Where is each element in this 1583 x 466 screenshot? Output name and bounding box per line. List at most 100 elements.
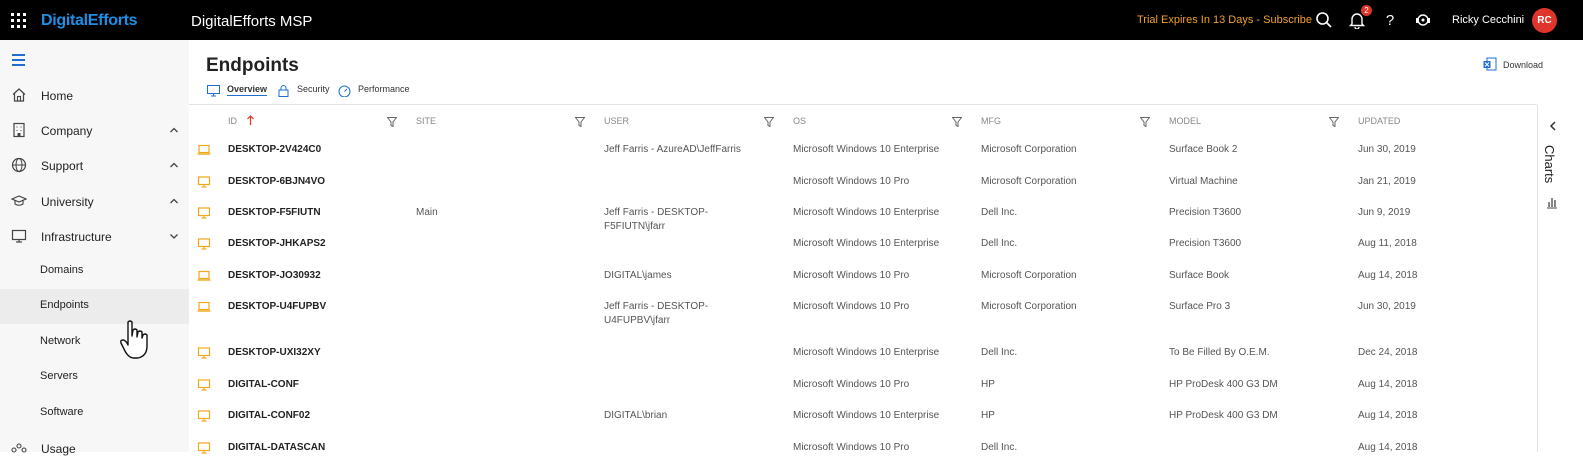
cell-id[interactable]: DIGITAL-CONF02 bbox=[228, 409, 408, 423]
bar-chart-icon bbox=[1547, 198, 1557, 209]
cell-user: Jeff Farris - DESKTOP- U4FUPBV\jfarr bbox=[604, 300, 754, 328]
sidebar-item-university[interactable]: University bbox=[0, 184, 189, 219]
table-row[interactable]: DESKTOP-F5FIUTN Main Jeff Farris - DESKTOP… bbox=[189, 201, 1537, 232]
sidebar-item-usage[interactable]: Usage bbox=[0, 431, 189, 466]
support-agent-icon[interactable] bbox=[1414, 11, 1432, 29]
menu-toggle-icon[interactable] bbox=[12, 54, 26, 66]
table-row[interactable]: DIGITAL-DATASCAN Microsoft Windows 10 Pro… bbox=[189, 436, 1537, 466]
sidebar-subitem-endpoints[interactable]: Endpoints bbox=[0, 289, 189, 324]
cell-id[interactable]: DESKTOP-JHKAPS2 bbox=[228, 237, 408, 251]
charts-panel[interactable]: Charts bbox=[1537, 105, 1583, 452]
sort-ascending-icon[interactable] bbox=[247, 115, 254, 126]
download-button[interactable]: Download bbox=[1483, 57, 1553, 73]
filter-icon[interactable] bbox=[1329, 117, 1339, 127]
cell-user: DIGITAL\brian bbox=[604, 410, 668, 421]
cell-model: Surface Book 2 bbox=[1169, 144, 1238, 155]
column-header-user[interactable]: USER bbox=[604, 116, 629, 126]
sidebar-item-infrastructure[interactable]: Infrastructure bbox=[0, 219, 189, 254]
cell-updated: Jun 30, 2019 bbox=[1358, 301, 1416, 312]
desktop-icon bbox=[197, 442, 211, 454]
desktop-icon bbox=[197, 347, 211, 359]
trial-subscribe-link[interactable]: Trial Expires In 13 Days - Subscribe bbox=[1137, 14, 1312, 26]
cell-model: Precision T3600 bbox=[1169, 238, 1242, 249]
filter-icon[interactable] bbox=[952, 117, 962, 127]
table-row[interactable]: DESKTOP-JHKAPS2 Microsoft Windows 10 Ente… bbox=[189, 232, 1537, 262]
desktop-icon bbox=[197, 379, 211, 391]
cell-updated: Aug 14, 2018 bbox=[1358, 442, 1418, 453]
sidebar-item-home[interactable]: Home bbox=[0, 78, 189, 113]
sidebar-subitem-servers[interactable]: Servers bbox=[0, 360, 189, 395]
cell-model: HP ProDesk 400 G3 DM bbox=[1169, 379, 1278, 390]
desktop-icon bbox=[197, 238, 211, 250]
building-icon bbox=[13, 122, 25, 138]
help-icon[interactable]: ? bbox=[1381, 11, 1399, 29]
tab-label: Security bbox=[297, 84, 330, 94]
download-label: Download bbox=[1503, 60, 1544, 70]
sidebar-subitem-domains[interactable]: Domains bbox=[0, 254, 189, 289]
column-header-updated[interactable]: UPDATED bbox=[1358, 116, 1400, 126]
cell-id[interactable]: DESKTOP-2V424C0 bbox=[228, 143, 408, 157]
charts-label[interactable]: Charts bbox=[1542, 145, 1557, 183]
cell-id[interactable]: DIGITAL-DATASCAN bbox=[228, 441, 408, 455]
filter-icon[interactable] bbox=[764, 117, 774, 127]
column-header-os[interactable]: OS bbox=[793, 116, 806, 126]
table-row[interactable]: DESKTOP-JO30932 DIGITAL\james Microsoft Wi… bbox=[189, 264, 1537, 294]
column-header-model[interactable]: MODEL bbox=[1169, 116, 1201, 126]
sidebar-item-support[interactable]: Support bbox=[0, 148, 189, 183]
sidebar-subitem-label: Software bbox=[40, 406, 84, 418]
desktop-icon bbox=[197, 410, 211, 422]
cell-id[interactable]: DESKTOP-JO30932 bbox=[228, 269, 408, 283]
chevron-up-icon[interactable] bbox=[168, 159, 180, 171]
table-row[interactable]: DIGITAL-CONF02 DIGITAL\brian Microsoft Win… bbox=[189, 404, 1537, 434]
table-row[interactable]: DESKTOP-U4FUPBV Jeff Farris - DESKTOP- U4F… bbox=[189, 295, 1537, 328]
table-row[interactable]: DESKTOP-UXI32XY Microsoft Windows 10 Ente… bbox=[189, 341, 1537, 371]
column-header-id[interactable]: ID bbox=[228, 116, 237, 126]
table-row[interactable]: DESKTOP-6BJN4VO Microsoft Windows 10 Pro M… bbox=[189, 170, 1537, 200]
filter-icon[interactable] bbox=[575, 117, 585, 127]
chevron-up-icon[interactable] bbox=[168, 195, 180, 207]
table-row[interactable]: DESKTOP-2V424C0 Jeff Farris - AzureAD\Jef… bbox=[189, 138, 1537, 168]
cell-user: Jeff Farris - DESKTOP-F5FIUTN\jfarr bbox=[604, 207, 709, 232]
cell-os: Microsoft Windows 10 Enterprise bbox=[793, 238, 940, 249]
main-content: Endpoints Overview Security Performance … bbox=[189, 40, 1583, 454]
cell-id[interactable]: DESKTOP-6BJN4VO bbox=[228, 175, 408, 189]
cell-id[interactable]: DESKTOP-U4FUPBV bbox=[228, 300, 408, 314]
cell-id[interactable]: DESKTOP-F5FIUTN bbox=[228, 206, 408, 220]
monitor-icon bbox=[11, 229, 27, 243]
brand-logo[interactable]: DigitalEfforts bbox=[41, 12, 138, 30]
cell-mfg: HP bbox=[981, 379, 995, 390]
sidebar-subitem-software[interactable]: Software bbox=[0, 396, 189, 431]
column-header-site[interactable]: SITE bbox=[416, 116, 436, 126]
cell-id[interactable]: DESKTOP-UXI32XY bbox=[228, 346, 408, 360]
filter-icon[interactable] bbox=[1140, 117, 1150, 127]
cell-os: Microsoft Windows 10 Pro bbox=[793, 379, 910, 390]
sidebar-subitem-label: Network bbox=[40, 335, 81, 347]
sidebar-subitem-label: Servers bbox=[40, 370, 78, 382]
chevron-up-icon[interactable] bbox=[168, 124, 180, 136]
hand-cursor-icon bbox=[120, 320, 148, 359]
cell-os: Microsoft Windows 10 Enterprise bbox=[793, 347, 940, 358]
cell-updated: Jun 30, 2019 bbox=[1358, 144, 1416, 155]
search-icon[interactable] bbox=[1315, 11, 1333, 29]
apps-grid-icon[interactable] bbox=[11, 13, 27, 29]
cell-mfg: Dell Inc. bbox=[981, 442, 1018, 453]
avatar[interactable]: RC bbox=[1532, 8, 1557, 33]
table-row[interactable]: DIGITAL-CONF Microsoft Windows 10 Pro HP HP… bbox=[189, 373, 1537, 403]
cell-model: Surface Book bbox=[1169, 270, 1230, 281]
cell-os: Microsoft Windows 10 Enterprise bbox=[793, 410, 940, 421]
globe-icon bbox=[11, 157, 27, 173]
monitor-icon bbox=[207, 85, 220, 97]
sidebar-item-label: Usage bbox=[41, 442, 76, 456]
filter-icon[interactable] bbox=[387, 117, 397, 127]
chevron-down-icon[interactable] bbox=[168, 230, 180, 242]
cell-model: To Be Filled By O.E.M. bbox=[1169, 347, 1270, 358]
user-name[interactable]: Ricky Cecchini bbox=[1452, 14, 1524, 26]
cell-os: Microsoft Windows 10 Enterprise bbox=[793, 207, 940, 218]
sidebar-subitem-network[interactable]: Network bbox=[0, 325, 189, 360]
cell-updated: Aug 14, 2018 bbox=[1358, 379, 1418, 390]
laptop-icon bbox=[197, 301, 211, 312]
chevron-left-icon[interactable] bbox=[1547, 120, 1559, 132]
cell-id[interactable]: DIGITAL-CONF bbox=[228, 378, 408, 392]
sidebar-item-company[interactable]: Company bbox=[0, 113, 189, 148]
column-header-mfg[interactable]: MFG bbox=[981, 116, 1001, 126]
